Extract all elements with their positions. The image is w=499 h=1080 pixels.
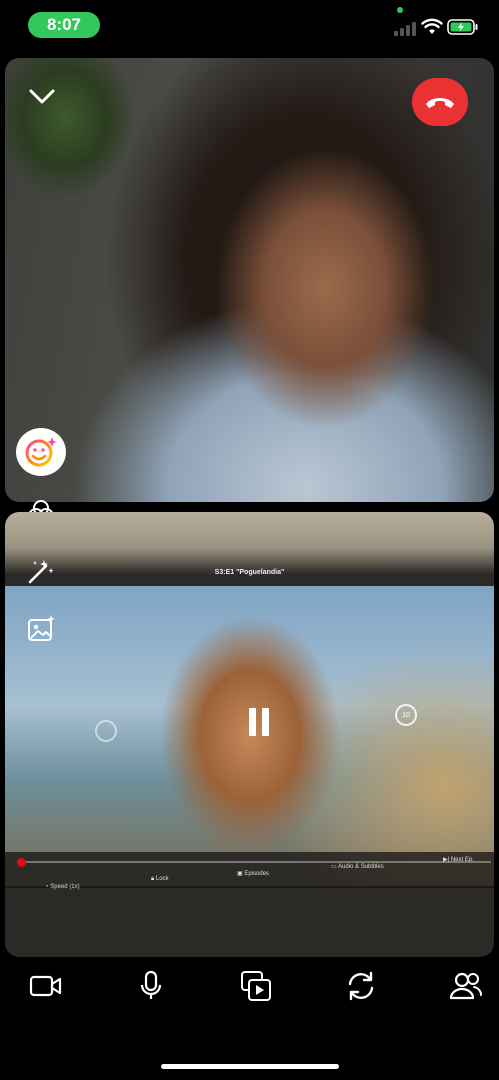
status-time: 8:07 xyxy=(46,15,82,34)
shared-video-tile[interactable]: S3:E1 "Poguelandia" 10 ◔ Speed (1x) 🔒︎ L… xyxy=(5,512,494,957)
lock-control[interactable]: 🔒︎ Lock xyxy=(151,876,169,883)
background-plant xyxy=(5,58,155,218)
skip-forward-button[interactable]: 10 xyxy=(395,704,417,726)
magic-wand-icon xyxy=(28,560,54,584)
background-image-icon xyxy=(28,615,55,641)
skip-forward-seconds: 10 xyxy=(402,711,410,719)
microphone-button[interactable] xyxy=(131,966,171,1006)
participants-button[interactable] xyxy=(446,966,486,1006)
microphone-icon xyxy=(140,970,162,999)
pause-button[interactable] xyxy=(249,708,271,736)
end-call-button[interactable] xyxy=(412,78,468,126)
progress-knob[interactable] xyxy=(17,858,26,867)
progress-track[interactable] xyxy=(21,861,491,863)
episodes-control[interactable]: ▣ Episodes xyxy=(237,870,269,877)
speed-label: Speed (1x) xyxy=(50,884,80,890)
audio-subtitles-label: Audio & Subtitles xyxy=(338,864,384,870)
camera-button[interactable] xyxy=(26,966,66,1006)
next-episode-label: Next Ep. xyxy=(450,857,474,863)
audio-subtitles-control[interactable]: ▭ Audio & Subtitles xyxy=(331,863,384,870)
end-call-icon xyxy=(426,98,454,108)
camera-in-use-indicator xyxy=(397,7,403,13)
call-time-pill[interactable]: 8:07 xyxy=(28,12,100,38)
call-toolbar xyxy=(0,960,499,1010)
status-bar: 8:07 xyxy=(0,0,499,50)
home-indicator[interactable] xyxy=(161,1064,339,1069)
lock-label: Lock xyxy=(155,876,169,882)
cellular-signal-icon xyxy=(394,20,416,36)
magic-wand-button[interactable] xyxy=(26,556,56,586)
camera-icon xyxy=(29,975,62,997)
flip-camera-button[interactable] xyxy=(341,966,381,1006)
remote-participant-video[interactable] xyxy=(5,58,494,502)
face-effects-icon xyxy=(25,437,57,467)
wifi-icon xyxy=(421,18,443,34)
face-effects-button[interactable] xyxy=(16,428,66,476)
speed-control[interactable]: ◔ Speed (1x) xyxy=(45,884,80,890)
video-frame xyxy=(5,586,494,886)
skip-back-button[interactable] xyxy=(95,720,117,742)
share-media-button[interactable] xyxy=(236,966,276,1006)
background-image-button[interactable] xyxy=(26,614,56,644)
episode-title: S3:E1 "Poguelandia" xyxy=(214,569,285,576)
next-episode-control[interactable]: ▶| Next Ep. xyxy=(443,856,474,863)
battery-charging-icon xyxy=(447,19,478,35)
episodes-label: Episodes xyxy=(244,871,270,877)
flip-camera-icon xyxy=(348,971,374,1001)
share-media-icon xyxy=(241,971,271,1001)
chevron-down-icon[interactable] xyxy=(28,88,56,106)
participants-icon xyxy=(449,972,482,1000)
